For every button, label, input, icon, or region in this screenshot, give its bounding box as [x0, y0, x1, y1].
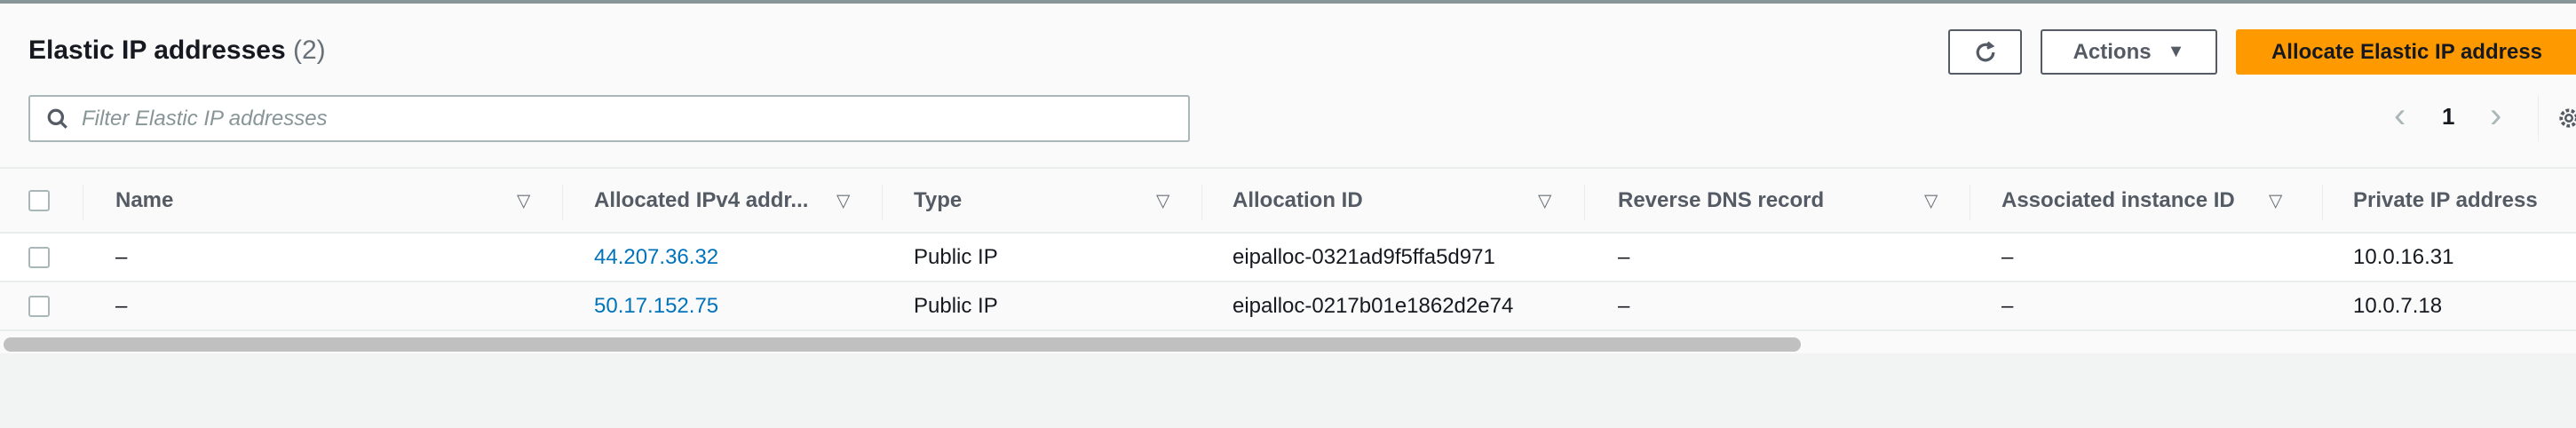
filter-icon[interactable]: ▽ — [836, 189, 850, 211]
horizontal-scrollbar[interactable] — [4, 337, 1801, 352]
row-checkbox[interactable] — [28, 295, 50, 317]
row-checkbox[interactable] — [28, 246, 50, 268]
actions-button[interactable]: Actions ▼ — [2041, 29, 2217, 75]
cell-ipv4-link[interactable]: 50.17.152.75 — [594, 294, 718, 319]
column-header-associated-instance[interactable]: Associated instance ID — [2001, 188, 2235, 213]
caret-down-icon: ▼ — [2167, 42, 2185, 61]
column-header-allocated-ipv4[interactable]: Allocated IPv4 addr... — [594, 188, 808, 213]
column-header-reverse-dns[interactable]: Reverse DNS record — [1618, 188, 1824, 213]
cell-name: – — [115, 293, 128, 318]
filter-icon[interactable]: ▽ — [1924, 189, 1938, 211]
column-divider — [1201, 185, 1202, 220]
column-header-name[interactable]: Name — [115, 188, 173, 213]
actions-label: Actions — [2073, 39, 2152, 64]
filter-icon[interactable]: ▽ — [2269, 189, 2282, 211]
cell-associated-instance: – — [2001, 244, 2014, 269]
cell-allocation-id: eipalloc-0217b01e1862d2e74 — [1233, 293, 1514, 318]
page-title: Elastic IP addresses (2) — [28, 36, 326, 66]
select-all-checkbox[interactable] — [28, 189, 50, 211]
column-header-type[interactable]: Type — [914, 188, 962, 213]
filter-icon[interactable]: ▽ — [1538, 189, 1551, 211]
title-text: Elastic IP addresses — [28, 36, 286, 65]
filter-icon[interactable]: ▽ — [1156, 189, 1169, 211]
cell-allocation-id: eipalloc-0321ad9f5ffa5d971 — [1233, 244, 1495, 269]
next-page-icon[interactable]: › — [2490, 96, 2501, 136]
cell-reverse-dns: – — [1618, 244, 1630, 269]
prev-page-icon[interactable]: ‹ — [2394, 96, 2406, 136]
search-input[interactable] — [82, 106, 1147, 131]
column-divider — [1584, 185, 1585, 220]
refresh-icon — [1976, 41, 1994, 61]
cell-private-ip: 10.0.16.31 — [2353, 244, 2454, 269]
allocate-elastic-ip-button[interactable]: Allocate Elastic IP address — [2236, 29, 2576, 75]
column-header-allocation-id[interactable]: Allocation ID — [1233, 188, 1363, 213]
cell-type: Public IP — [914, 244, 998, 269]
elastic-ip-panel: Elastic IP addresses (2) Actions ▼ Alloc… — [0, 0, 2576, 353]
search-icon — [47, 108, 67, 129]
allocate-label: Allocate Elastic IP address — [2271, 39, 2543, 64]
table-row[interactable]: – 44.207.36.32 Public IP eipalloc-0321ad… — [0, 234, 2576, 282]
table-row[interactable]: – 50.17.152.75 Public IP eipalloc-0217b0… — [0, 282, 2576, 331]
column-divider — [2322, 185, 2323, 220]
filter-icon[interactable]: ▽ — [517, 189, 530, 211]
filter-search[interactable] — [28, 95, 1190, 142]
cell-reverse-dns: – — [1618, 293, 1630, 318]
cell-ipv4-link[interactable]: 44.207.36.32 — [594, 245, 718, 270]
cell-type: Public IP — [914, 293, 998, 318]
pagination-divider — [2538, 95, 2539, 141]
cell-associated-instance: – — [2001, 293, 2014, 318]
page-number[interactable]: 1 — [2442, 103, 2454, 131]
cell-private-ip: 10.0.7.18 — [2353, 293, 2443, 318]
settings-gear-icon[interactable] — [2556, 105, 2576, 131]
table-header: Name ▽ Allocated IPv4 addr... ▽ Type ▽ A… — [0, 167, 2576, 234]
column-divider — [882, 185, 883, 220]
cell-name: – — [115, 244, 128, 269]
item-count: (2) — [292, 36, 326, 65]
column-divider — [562, 185, 563, 220]
refresh-button[interactable] — [1948, 29, 2022, 75]
column-header-private-ip[interactable]: Private IP address — [2353, 188, 2538, 213]
